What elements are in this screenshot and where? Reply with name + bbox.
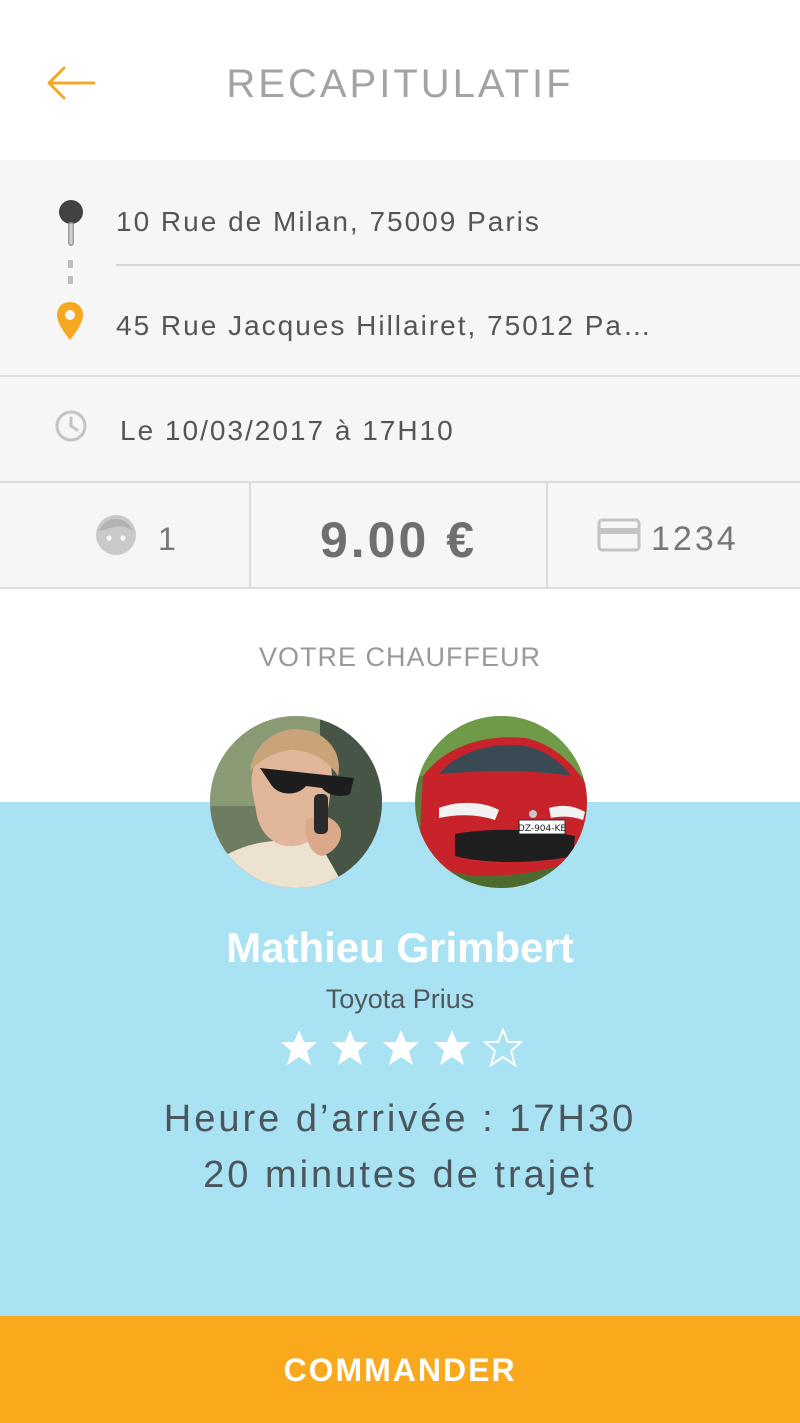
schedule-row[interactable]: Le 10/03/2017 à 17H10 <box>0 377 800 483</box>
driver-avatar[interactable] <box>210 716 382 888</box>
arrival-time: Heure d’arrivée : 17H30 <box>163 1098 637 1140</box>
app-header: RECAPITULATIF <box>0 0 800 160</box>
car-avatar[interactable]: DZ-904-KE <box>415 716 587 888</box>
passenger-count: 1 <box>158 521 178 557</box>
car-photo: DZ-904-KE <box>415 716 587 888</box>
car-model: Toyota Prius <box>325 984 475 1014</box>
pickup-address[interactable]: 10 Rue de Milan, 75009 Paris <box>116 206 541 238</box>
star-filled-icon <box>383 1030 419 1065</box>
trip-price: 9.00 € <box>319 512 477 568</box>
route-section: 10 Rue de Milan, 75009 Paris 45 Rue Jacq… <box>0 160 800 377</box>
driver-name: Mathieu Grimbert <box>226 924 574 971</box>
driver-rating <box>279 1028 534 1068</box>
star-empty-icon <box>483 1028 523 1068</box>
price-cell: 9.00 € <box>251 483 548 587</box>
star-filled-icon <box>332 1030 368 1065</box>
summary-row: 1 9.00 € 1234 <box>0 483 800 589</box>
star-filled-icon <box>434 1030 470 1065</box>
clock-icon <box>55 410 87 442</box>
pickup-datetime: Le 10/03/2017 à 17H10 <box>120 415 455 446</box>
page-title: RECAPITULATIF <box>226 62 574 106</box>
card-number: 1234 <box>651 520 739 558</box>
order-button[interactable]: COMMANDER <box>0 1316 800 1423</box>
credit-card-icon <box>597 518 641 552</box>
trip-duration: 20 minutes de trajet <box>203 1154 597 1196</box>
passenger-count-cell[interactable]: 1 <box>0 483 251 587</box>
route-connector <box>68 260 73 300</box>
payment-cell[interactable]: 1234 <box>548 483 800 587</box>
driver-photo <box>210 716 382 888</box>
driver-section-title: VOTRE CHAUFFEUR <box>258 642 541 672</box>
order-button-label: COMMANDER <box>283 1352 517 1388</box>
location-marker-icon <box>57 302 83 340</box>
divider <box>116 264 800 266</box>
destination-address[interactable]: 45 Rue Jacques Hillairet, 75012 Pa… <box>116 310 653 342</box>
license-plate: DZ-904-KE <box>518 824 567 834</box>
face-icon <box>96 515 136 555</box>
star-filled-icon <box>281 1030 317 1065</box>
pin-icon <box>59 200 83 246</box>
